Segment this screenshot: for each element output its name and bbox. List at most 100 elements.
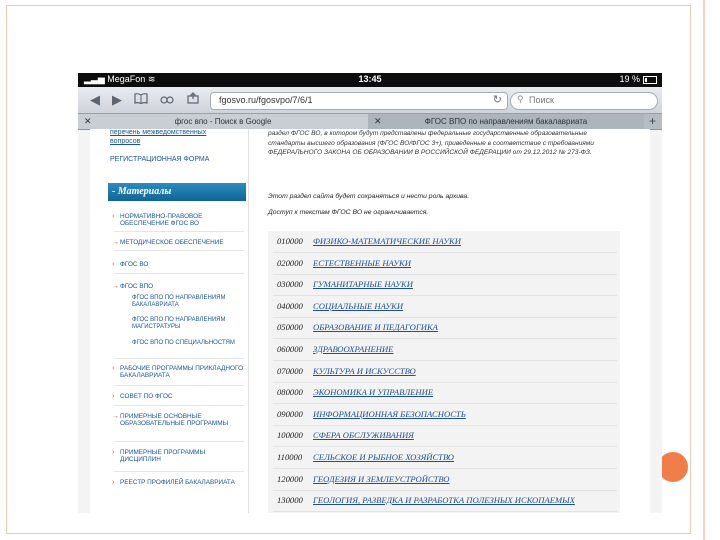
direction-row: 080000 ЭКОНОМИКА И УПРАВЛЕНИЕ bbox=[277, 387, 433, 397]
sidebar: перечень межведомственных вопросов РЕГИС… bbox=[108, 129, 249, 513]
direction-code: 010000 bbox=[277, 236, 303, 246]
row-divider bbox=[273, 446, 617, 448]
direction-row: 040000 СОЦИАЛЬНЫЕ НАУКИ bbox=[277, 301, 403, 311]
direction-code: 030000 bbox=[277, 279, 303, 290]
reading-list-button[interactable] bbox=[158, 91, 176, 109]
row-divider bbox=[273, 273, 617, 275]
main-content: раздел ФГОС ВО, в котором будут представ… bbox=[268, 129, 650, 513]
direction-link[interactable]: ГЕОДЕЗИЯ И ЗЕМЛЕУСТРОЙСТВО bbox=[313, 474, 449, 484]
registration-form-link[interactable]: РЕГИСТРАЦИОННАЯ ФОРМА bbox=[110, 156, 209, 163]
row-divider bbox=[273, 338, 617, 340]
slide-accent-line bbox=[703, 0, 705, 540]
arrow-icon: → bbox=[112, 283, 119, 290]
arrow-icon: › bbox=[112, 213, 115, 220]
archive-note: Этот раздел сайта будет сохраняться и не… bbox=[268, 193, 470, 200]
tab-bar: ✕ фгос впо - Поиск в Google ✕ ФГОС ВПО п… bbox=[78, 114, 662, 130]
direction-link[interactable]: ЭКОНОМИКА И УПРАВЛЕНИЕ bbox=[313, 387, 433, 397]
direction-code: 110000 bbox=[277, 452, 303, 462]
direction-link[interactable]: СФЕРА ОБСЛУЖИВАНИЯ bbox=[313, 430, 414, 440]
direction-code: 040000 bbox=[277, 300, 303, 311]
direction-row: 120000 ГЕОДЕЗИЯ И ЗЕМЛЕУСТРОЙСТВО bbox=[277, 474, 449, 484]
divider bbox=[114, 231, 244, 232]
direction-link[interactable]: ГЕОЛОГИЯ, РАЗВЕДКА И РАЗРАБОТКА ПОЛЕЗНЫХ… bbox=[313, 495, 575, 505]
direction-link[interactable]: ФИЗИКО-МАТЕМАТИЧЕСКИЕ НАУКИ bbox=[313, 236, 461, 246]
browser-toolbar: ◀ ▶ fgosvo.ru/fgosvpo/7/6/1 ↻ ⚲ bbox=[78, 87, 662, 114]
direction-link[interactable]: ИНФОРМАЦИОННАЯ БЕЗОПАСНОСТЬ bbox=[313, 409, 466, 419]
status-bar: ▂▃▅ MegaFon ≋ 13:45 19 % bbox=[78, 73, 662, 87]
divider bbox=[114, 250, 244, 251]
bookmarks-button[interactable] bbox=[132, 91, 150, 109]
direction-link[interactable]: ЗДРАВООХРАНЕНИЕ bbox=[313, 344, 393, 354]
direction-link[interactable]: ГУМАНИТАРНЫЕ НАУКИ bbox=[313, 279, 413, 289]
row-divider bbox=[273, 360, 617, 361]
back-button[interactable]: ◀ bbox=[86, 91, 104, 109]
row-divider bbox=[273, 316, 617, 318]
divider bbox=[114, 358, 244, 359]
address-bar[interactable]: fgosvo.ru/fgosvpo/7/6/1 ↻ bbox=[210, 92, 508, 110]
tab-label: ФГОС ВПО по направлениям бакалавриата bbox=[424, 117, 588, 126]
direction-row: 010000 ФИЗИКО-МАТЕМАТИЧЕСКИЕ НАУКИ bbox=[277, 236, 461, 246]
direction-link[interactable]: ОБРАЗОВАНИЕ И ПЕДАГОГИКА bbox=[313, 322, 438, 332]
arrow-icon: › bbox=[112, 365, 115, 372]
direction-row: 030000 ГУМАНИТАРНЫЕ НАУКИ bbox=[277, 279, 413, 289]
battery-icon bbox=[643, 76, 657, 84]
direction-row: 020000 ЕСТЕСТВЕННЫЕ НАУКИ bbox=[277, 258, 411, 268]
book-icon bbox=[134, 93, 148, 105]
search-field[interactable]: ⚲ bbox=[510, 92, 658, 110]
direction-row: 060000 ЗДРАВООХРАНЕНИЕ bbox=[277, 344, 393, 354]
new-tab-button[interactable]: + bbox=[649, 114, 656, 129]
arrow-icon: › bbox=[112, 479, 115, 486]
direction-link[interactable]: СЕЛЬСКОЕ И РЫБНОЕ ХОЗЯЙСТВО bbox=[313, 452, 454, 462]
tab-label: фгос впо - Поиск в Google bbox=[174, 117, 272, 126]
direction-row: 110000 СЕЛЬСКОЕ И РЫБНОЕ ХОЗЯЙСТВО bbox=[277, 452, 454, 462]
row-divider bbox=[273, 468, 617, 469]
glasses-icon bbox=[160, 96, 174, 104]
row-divider bbox=[273, 403, 617, 405]
direction-row: 090000 ИНФОРМАЦИОННАЯ БЕЗОПАСНОСТЬ bbox=[277, 409, 466, 419]
arrow-icon: → bbox=[112, 239, 119, 246]
direction-code: 050000 bbox=[277, 322, 303, 333]
sidebar-top-link-line2[interactable]: вопросов bbox=[110, 138, 140, 146]
direction-link[interactable]: КУЛЬТУРА И ИСКУССТВО bbox=[313, 366, 416, 376]
direction-code: 020000 bbox=[277, 257, 303, 268]
direction-code: 060000 bbox=[277, 344, 303, 354]
sidebar-top-link-line1[interactable]: перечень межведомственных bbox=[110, 129, 206, 137]
row-divider bbox=[273, 424, 617, 426]
arrow-icon: → bbox=[112, 413, 119, 420]
row-divider bbox=[273, 511, 617, 513]
search-input[interactable] bbox=[529, 94, 649, 106]
direction-code: 130000 bbox=[277, 495, 303, 506]
close-tab-icon[interactable]: ✕ bbox=[374, 114, 382, 129]
divider bbox=[114, 471, 244, 472]
address-value: fgosvo.ru/fgosvpo/7/6/1 bbox=[219, 95, 313, 105]
access-note: Доступ к текстам ФГОС ВО не ограничивает… bbox=[268, 209, 429, 216]
row-divider bbox=[273, 252, 617, 253]
battery-percent: 19 % bbox=[619, 74, 640, 84]
direction-link[interactable]: ЕСТЕСТВЕННЫЕ НАУКИ bbox=[313, 258, 411, 268]
direction-row: 070000 КУЛЬТУРА И ИСКУССТВО bbox=[277, 366, 416, 376]
arrow-icon: › bbox=[112, 261, 115, 268]
direction-row: 100000 СФЕРА ОБСЛУЖИВАНИЯ bbox=[277, 430, 414, 440]
arrow-icon: › bbox=[112, 393, 115, 400]
direction-link[interactable]: СОЦИАЛЬНЫЕ НАУКИ bbox=[313, 301, 403, 311]
share-button[interactable] bbox=[184, 91, 202, 109]
direction-row: 050000 ОБРАЗОВАНИЕ И ПЕДАГОГИКА bbox=[277, 322, 438, 332]
direction-code: 090000 bbox=[277, 408, 303, 419]
forward-button[interactable]: ▶ bbox=[108, 91, 126, 109]
close-tab-icon[interactable]: ✕ bbox=[84, 114, 92, 129]
tab-google-search[interactable]: ✕ фгос впо - Поиск в Google bbox=[78, 114, 368, 129]
web-page: перечень межведомственных вопросов РЕГИС… bbox=[90, 129, 650, 513]
status-time: 13:45 bbox=[358, 74, 382, 84]
divider bbox=[114, 385, 244, 386]
arrow-icon: › bbox=[112, 449, 115, 456]
reload-icon[interactable]: ↻ bbox=[493, 93, 502, 106]
row-divider bbox=[273, 295, 617, 297]
direction-code: 100000 bbox=[277, 430, 303, 441]
ipad-screenshot: ▂▃▅ MegaFon ≋ 13:45 19 % ◀ ▶ fgosvo.ru/f… bbox=[78, 73, 662, 513]
materials-header: - Материалы bbox=[108, 183, 246, 201]
divider bbox=[114, 441, 244, 442]
direction-code: 070000 bbox=[277, 365, 303, 376]
row-divider bbox=[273, 381, 617, 383]
tab-fgos-bachelor[interactable]: ✕ ФГОС ВПО по направлениям бакалавриата bbox=[368, 114, 644, 129]
search-icon: ⚲ bbox=[517, 94, 524, 104]
